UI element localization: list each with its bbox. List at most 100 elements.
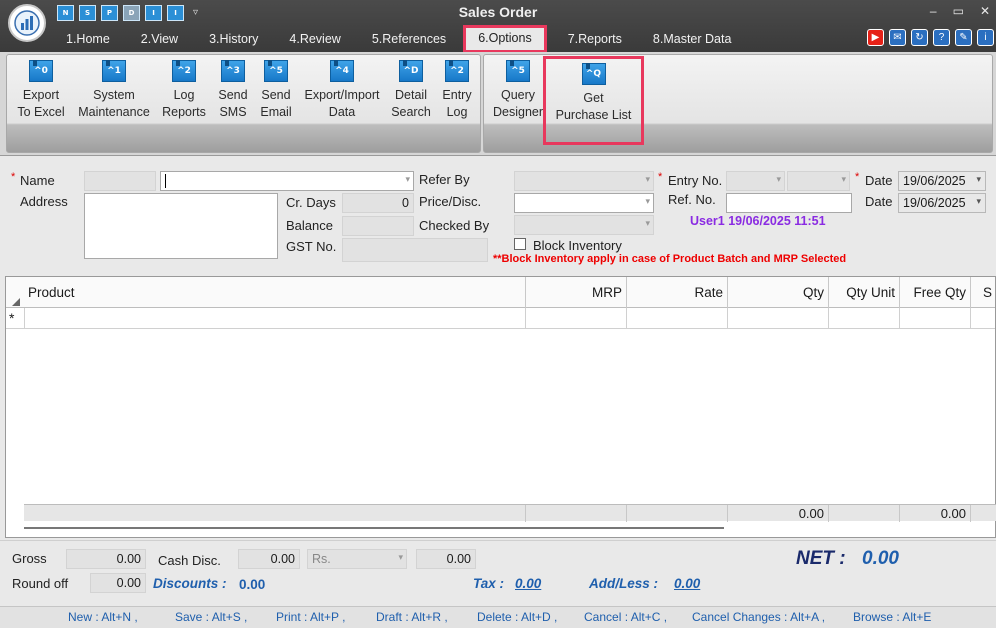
send-sms-button[interactable]: ^3 Send SMS <box>214 60 252 121</box>
cell-rate[interactable] <box>627 308 728 329</box>
date-picker[interactable]: 19/06/2025 <box>898 171 986 191</box>
col-s[interactable]: S <box>971 277 996 308</box>
get-purchase-list-button[interactable]: ^Q Get Purchase List <box>543 56 644 145</box>
app-logo-icon[interactable] <box>8 4 46 42</box>
name-field[interactable] <box>160 171 414 191</box>
menu-options[interactable]: 6.Options <box>463 25 547 53</box>
entry-log-button[interactable]: ^2 Entry Log <box>438 60 476 121</box>
shortcut-cancel[interactable]: Cancel : Alt+C , <box>584 610 667 624</box>
cell-mrp[interactable] <box>526 308 627 329</box>
checked-by-select[interactable] <box>514 215 654 235</box>
cell-free-qty[interactable] <box>900 308 971 329</box>
address-field[interactable] <box>84 193 278 259</box>
shortcut-new[interactable]: New : Alt+N , <box>68 610 138 624</box>
price-disc-select[interactable] <box>514 193 654 213</box>
quick-info-icon[interactable]: I <box>145 5 162 21</box>
shortcut-cancel-changes[interactable]: Cancel Changes : Alt+A , <box>692 610 825 624</box>
net-value: 0.00 <box>862 548 899 569</box>
export-to-excel-label2: To Excel <box>17 105 65 119</box>
block-inventory-checkbox[interactable] <box>514 238 526 250</box>
log-reports-label1: Log <box>173 88 195 102</box>
detail-search-button[interactable]: ^D Detail Search <box>388 60 434 121</box>
quick-print-icon[interactable]: P <box>101 5 118 21</box>
col-qty-unit[interactable]: Qty Unit <box>829 277 900 308</box>
entry-no-select[interactable] <box>787 171 850 191</box>
col-mrp[interactable]: MRP <box>526 277 627 308</box>
refresh-icon[interactable]: ↻ <box>911 29 928 46</box>
quick-new-icon[interactable]: N <box>57 5 74 21</box>
shortcut-print[interactable]: Print : Alt+P , <box>276 610 345 624</box>
table-row[interactable]: * <box>6 308 995 329</box>
youtube-icon[interactable]: ▶ <box>867 29 884 46</box>
menu-home[interactable]: 1.Home <box>66 27 110 53</box>
menu-reports[interactable]: 7.Reports <box>568 27 622 53</box>
quick-access-toolbar: N S P D I I ▿ <box>57 5 198 21</box>
export-import-data-button[interactable]: ^4 Export/Import Data <box>302 60 382 121</box>
entry-prefix-select[interactable] <box>726 171 785 191</box>
round-off-field[interactable]: 0.00 <box>90 573 146 593</box>
query-designer-icon: ^5 <box>506 60 530 82</box>
menu-review[interactable]: 4.Review <box>289 27 340 53</box>
add-less-value[interactable]: 0.00 <box>674 576 700 591</box>
info-icon[interactable]: i <box>977 29 994 46</box>
quick-save-icon[interactable]: S <box>79 5 96 21</box>
cr-days-field[interactable]: 0 <box>342 193 414 213</box>
shortcut-delete[interactable]: Delete : Alt+D , <box>477 610 557 624</box>
checked-by-label: Checked By <box>419 218 490 233</box>
menu-history[interactable]: 3.History <box>209 27 258 53</box>
cr-days-label: Cr. Days <box>286 195 336 210</box>
close-icon[interactable]: ✕ <box>980 4 990 18</box>
horizontal-scrollbar[interactable] <box>24 527 724 529</box>
name-code-field[interactable] <box>84 171 156 191</box>
menu-references[interactable]: 5.References <box>372 27 446 53</box>
export-import-label2: Data <box>328 105 356 119</box>
notes-icon[interactable]: ✎ <box>955 29 972 46</box>
items-grid[interactable]: Product MRP Rate Qty Qty Unit Free Qty S… <box>5 276 996 538</box>
quick-info2-icon[interactable]: I <box>167 5 184 21</box>
get-purchase-list-label1: Get <box>583 91 604 105</box>
cell-qty[interactable] <box>728 308 829 329</box>
block-inventory-label: Block Inventory <box>533 238 622 253</box>
col-product[interactable]: Product <box>24 277 526 308</box>
cash-disc-field[interactable]: 0.00 <box>238 549 300 569</box>
query-designer-button[interactable]: ^5 Query Designer <box>489 60 547 121</box>
menu-view[interactable]: 2.View <box>141 27 178 53</box>
minimize-icon[interactable]: – <box>930 4 937 18</box>
refer-by-label: Refer By <box>419 172 470 187</box>
window-controls: – ▭ ✕ <box>930 4 990 18</box>
cell-qty-unit[interactable] <box>829 308 900 329</box>
gross-label: Gross <box>12 551 47 566</box>
add-less-label: Add/Less : <box>589 576 659 591</box>
shortcut-draft[interactable]: Draft : Alt+R , <box>376 610 448 624</box>
maximize-icon[interactable]: ▭ <box>953 4 964 18</box>
system-maintenance-button[interactable]: ^1 System Maintenance <box>76 60 152 121</box>
discounts-value: 0.00 <box>239 577 266 592</box>
cell-product[interactable] <box>24 308 526 329</box>
refer-by-select[interactable] <box>514 171 654 191</box>
send-email-button[interactable]: ^5 Send Email <box>256 60 296 121</box>
menu-master-data[interactable]: 8.Master Data <box>653 27 732 53</box>
chat-icon[interactable]: ✉ <box>889 29 906 46</box>
balance-label: Balance <box>286 218 333 233</box>
quick-delete-icon[interactable]: D <box>123 5 140 21</box>
entry-log-label1: Entry <box>442 88 472 102</box>
gst-field[interactable] <box>342 238 488 262</box>
col-qty[interactable]: Qty <box>728 277 829 308</box>
export-to-excel-button[interactable]: ^0 Export To Excel <box>12 60 70 121</box>
col-free-qty[interactable]: Free Qty <box>900 277 971 308</box>
tax-value[interactable]: 0.00 <box>515 576 541 591</box>
shortcut-browse[interactable]: Browse : Alt+E <box>853 610 931 624</box>
ref-no-field[interactable] <box>726 193 852 213</box>
help-icon[interactable]: ? <box>933 29 950 46</box>
log-reports-button[interactable]: ^2 Log Reports <box>158 60 210 121</box>
round-off-label: Round off <box>12 576 69 591</box>
block-inventory-warning: **Block Inventory apply in case of Produ… <box>493 253 847 265</box>
gross-field: 0.00 <box>66 549 146 569</box>
quick-access-more-icon[interactable]: ▿ <box>193 5 198 21</box>
col-rate[interactable]: Rate <box>627 277 728 308</box>
ref-date-picker[interactable]: 19/06/2025 <box>898 193 986 213</box>
entry-log-label2: Log <box>446 105 468 119</box>
cash-disc-type-select[interactable]: Rs. <box>307 549 407 569</box>
address-label: Address <box>20 194 68 209</box>
shortcut-save[interactable]: Save : Alt+S , <box>175 610 247 624</box>
